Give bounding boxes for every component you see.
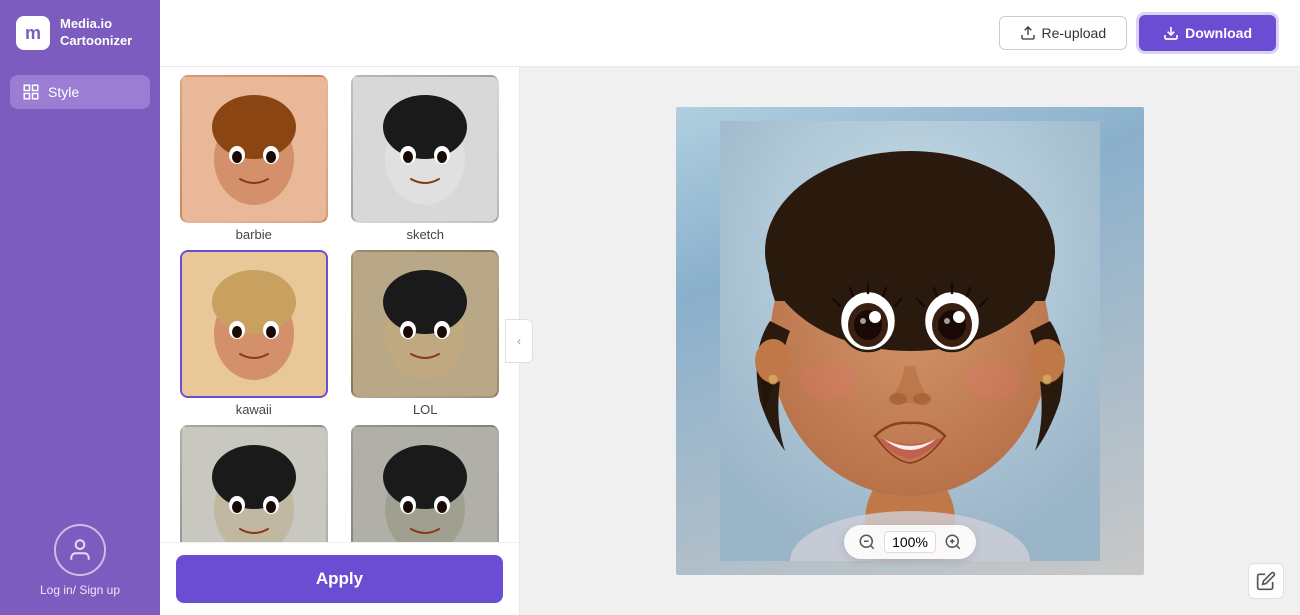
zoom-out-icon [858,533,876,551]
user-icon [67,537,93,563]
preview-container [676,107,1144,575]
user-avatar[interactable] [54,524,106,576]
logo-letter: m [25,23,41,44]
style-label-barbie: barbie [236,227,272,242]
style-thumb-caricature [180,425,328,542]
style-item-american_comics[interactable]: american comics [348,425,504,542]
logo-icon: m [16,16,50,50]
download-icon [1163,25,1179,41]
style-item-caricature[interactable]: caricature [176,425,332,542]
sidebar: Style Log in/ Sign up [0,67,160,615]
reupload-button[interactable]: Re-upload [999,16,1128,50]
collapse-handle[interactable]: ‹ [505,319,533,363]
edit-icon [1256,571,1276,591]
header: m Media.io Cartoonizer Re-upload Downloa… [0,0,1300,67]
style-grid: barbie sketch kawaii [160,67,519,542]
upload-icon [1020,25,1036,41]
style-thumb-kawaii [180,250,328,398]
preview-area [520,67,1300,615]
apply-bar: Apply [160,542,519,615]
style-thumb-american_comics [351,425,499,542]
cartoon-face-svg [720,121,1100,561]
preview-image [676,107,1144,575]
header-buttons: Re-upload Download [999,15,1277,51]
style-thumb-sketch [351,75,499,223]
style-item-barbie[interactable]: barbie [176,75,332,242]
style-icon [22,83,40,101]
style-item-sketch[interactable]: sketch [348,75,504,242]
zoom-in-icon [944,533,962,551]
login-label[interactable]: Log in/ Sign up [40,582,120,599]
logo-area: m Media.io Cartoonizer [0,0,160,67]
sidebar-bottom: Log in/ Sign up [40,524,120,599]
edit-button[interactable] [1248,563,1284,599]
zoom-input[interactable] [884,531,936,553]
style-thumb-barbie [180,75,328,223]
style-item-kawaii[interactable]: kawaii [176,250,332,417]
zoom-in-button[interactable] [944,533,962,551]
style-label-sketch: sketch [406,227,444,242]
apply-button[interactable]: Apply [176,555,503,603]
main-content: Style Log in/ Sign up barbie [0,67,1300,615]
zoom-controls [844,525,976,559]
style-thumb-lol [351,250,499,398]
logo-text: Media.io Cartoonizer [60,16,132,50]
download-button[interactable]: Download [1139,15,1276,51]
zoom-out-button[interactable] [858,533,876,551]
style-label-kawaii: kawaii [236,402,272,417]
style-label-lol: LOL [413,402,438,417]
sidebar-item-style[interactable]: Style [10,75,150,109]
style-item-lol[interactable]: LOL [348,250,504,417]
style-panel: barbie sketch kawaii [160,67,520,615]
sidebar-style-label: Style [48,84,79,100]
